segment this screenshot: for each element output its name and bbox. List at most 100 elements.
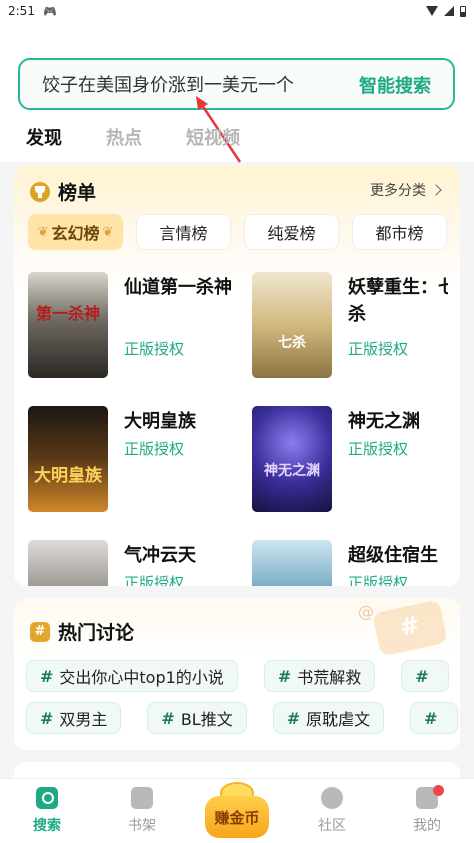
nav-label: 书架 bbox=[128, 818, 156, 834]
signal-icon bbox=[444, 6, 454, 16]
hashtag-icon: # bbox=[415, 666, 429, 686]
rank-tab-label: 都市榜 bbox=[375, 224, 424, 243]
search-icon bbox=[36, 787, 58, 809]
nav-label: 我的 bbox=[413, 818, 441, 834]
cover-title: 大明皇族 bbox=[34, 466, 102, 486]
hashtag-icon: # bbox=[277, 666, 292, 686]
topic-label: 双男主 bbox=[59, 710, 108, 729]
rank-tab-bl[interactable]: 纯爱榜 bbox=[244, 214, 339, 250]
cover-title: 七杀 bbox=[278, 335, 306, 351]
hashtag-icon: # bbox=[30, 621, 50, 642]
book-title: 大明皇族 bbox=[124, 411, 196, 432]
book-item[interactable]: 大明皇族 大明皇族 正版授权 bbox=[28, 406, 238, 526]
book-item[interactable]: 气冲云天 正版授权 bbox=[28, 540, 238, 586]
rank-tab-urban[interactable]: 都市榜 bbox=[352, 214, 447, 250]
book-title: 超级住宿生 bbox=[348, 545, 438, 566]
book-item[interactable]: 超级住宿生 正版授权 bbox=[252, 540, 448, 586]
nav-community[interactable]: 社区 bbox=[297, 787, 367, 835]
trophy-icon bbox=[30, 181, 50, 202]
book-title: 气冲云天 bbox=[124, 545, 196, 566]
topic-chip[interactable]: # 双男主 bbox=[26, 702, 122, 734]
at-decoration-icon: @ bbox=[358, 602, 374, 621]
battery-icon bbox=[460, 5, 466, 17]
topic-label: 交出你心中top1的小说 bbox=[59, 668, 224, 687]
hashtag-icon: # bbox=[40, 666, 54, 686]
cover-title: 神无之渊 bbox=[264, 463, 320, 479]
tab-discover[interactable]: 发现 bbox=[26, 124, 62, 150]
rank-tab-romance[interactable]: 言情榜 bbox=[136, 214, 231, 250]
book-item[interactable]: 第一杀神 仙道第一杀神 正版授权 bbox=[28, 272, 238, 392]
book-cover bbox=[252, 540, 332, 586]
license-badge: 正版授权 bbox=[124, 440, 185, 458]
notification-dot bbox=[433, 785, 444, 796]
ranking-title: 榜单 bbox=[58, 182, 97, 204]
ranking-card: 榜单 更多分类 ❦ 玄幻榜 ❦ 言情榜 纯爱榜 都市榜 第一杀神 仙道第一杀神 … bbox=[14, 166, 460, 586]
ranking-header: 榜单 bbox=[30, 178, 96, 205]
hashtag-icon: # bbox=[424, 708, 438, 728]
more-categories-label: 更多分类 bbox=[370, 183, 426, 199]
license-badge: 正版授权 bbox=[348, 340, 409, 358]
laurel-right-icon: ❦ bbox=[102, 224, 114, 240]
book-title: 神无之渊 bbox=[348, 411, 420, 432]
community-icon bbox=[321, 787, 343, 809]
chevron-right-icon bbox=[430, 184, 442, 196]
license-badge: 正版授权 bbox=[124, 340, 185, 358]
ranking-category-tabs: ❦ 玄幻榜 ❦ 言情榜 纯爱榜 都市榜 bbox=[28, 214, 447, 250]
book-cover: 大明皇族 bbox=[28, 406, 108, 512]
tab-hot[interactable]: 热点 bbox=[106, 124, 142, 150]
more-categories-link[interactable]: 更多分类 bbox=[370, 180, 442, 200]
topic-label: BL推文 bbox=[180, 710, 233, 729]
hashtag-icon: # bbox=[161, 708, 175, 728]
topic-row-1: # 交出你心中top1的小说 # 书荒解救 # bbox=[26, 660, 449, 692]
nav-mine[interactable]: 我的 bbox=[392, 785, 462, 835]
laurel-left-icon: ❦ bbox=[37, 224, 49, 240]
bookshelf-icon bbox=[131, 787, 153, 809]
topic-chip[interactable]: # 原耽虐文 bbox=[272, 702, 385, 734]
earn-coins-button[interactable]: 赚金币 bbox=[205, 796, 269, 838]
hot-header: # 热门讨论 bbox=[30, 618, 134, 645]
license-badge: 正版授权 bbox=[348, 574, 409, 586]
nav-label: 搜索 bbox=[33, 818, 61, 834]
status-icons bbox=[426, 5, 466, 17]
topic-chip[interactable]: # bbox=[401, 660, 449, 692]
book-grid: 第一杀神 仙道第一杀神 正版授权 七杀 妖孽重生：七杀 正版授权 大明皇族 大明… bbox=[28, 272, 448, 586]
rank-tab-label: 言情榜 bbox=[159, 224, 208, 243]
topic-chip[interactable]: # bbox=[410, 702, 458, 734]
hot-title: 热门讨论 bbox=[58, 622, 135, 644]
gamepad-icon: 🎮 bbox=[42, 4, 57, 18]
license-badge: 正版授权 bbox=[348, 440, 409, 458]
book-item[interactable]: 七杀 妖孽重生：七杀 正版授权 bbox=[252, 272, 448, 392]
status-time: 2:51 bbox=[8, 4, 35, 18]
topic-label: 原耽虐文 bbox=[306, 710, 371, 729]
book-cover: 七杀 bbox=[252, 272, 332, 378]
book-title: 妖孽重生：七杀 bbox=[348, 277, 448, 325]
book-item[interactable]: 神无之渊 神无之渊 正版授权 bbox=[252, 406, 448, 526]
search-input[interactable]: 饺子在美国身价涨到一美元一个 bbox=[42, 71, 294, 97]
rank-tab-label: 纯爱榜 bbox=[267, 224, 316, 243]
hashtag-icon: # bbox=[286, 708, 301, 728]
book-cover bbox=[28, 540, 108, 586]
nav-search[interactable]: 搜索 bbox=[12, 787, 82, 835]
hot-discussion-card: @ # 热门讨论 # 交出你心中top1的小说 # 书荒解救 # # 双男主 # BL推… bbox=[14, 598, 460, 750]
topic-chip[interactable]: # BL推文 bbox=[147, 702, 247, 734]
topic-chip[interactable]: # 交出你心中top1的小说 bbox=[26, 660, 238, 692]
nav-label: 社区 bbox=[318, 818, 346, 834]
book-title: 仙道第一杀神 bbox=[124, 277, 232, 298]
status-bar: 2:51 🎮 bbox=[0, 0, 474, 22]
hashtag-decoration-icon bbox=[372, 599, 448, 657]
topic-row-2: # 双男主 # BL推文 # 原耽虐文 # bbox=[26, 702, 458, 734]
book-cover: 第一杀神 bbox=[28, 272, 108, 378]
topic-label: 书荒解救 bbox=[297, 668, 362, 687]
top-tabs: 发现 热点 短视频 bbox=[26, 124, 240, 150]
cover-title: 第一杀神 bbox=[35, 304, 100, 323]
smart-search-button[interactable]: 智能搜索 bbox=[359, 72, 431, 98]
license-badge: 正版授权 bbox=[124, 574, 185, 586]
rank-tab-label: 玄幻榜 bbox=[51, 224, 100, 243]
topic-chip[interactable]: # 书荒解救 bbox=[263, 660, 376, 692]
hashtag-icon: # bbox=[40, 708, 54, 728]
nav-bookshelf[interactable]: 书架 bbox=[107, 787, 177, 835]
rank-tab-fantasy[interactable]: ❦ 玄幻榜 ❦ bbox=[28, 214, 123, 250]
tab-short-video[interactable]: 短视频 bbox=[186, 124, 240, 150]
book-cover: 神无之渊 bbox=[252, 406, 332, 512]
wifi-icon bbox=[426, 6, 438, 16]
